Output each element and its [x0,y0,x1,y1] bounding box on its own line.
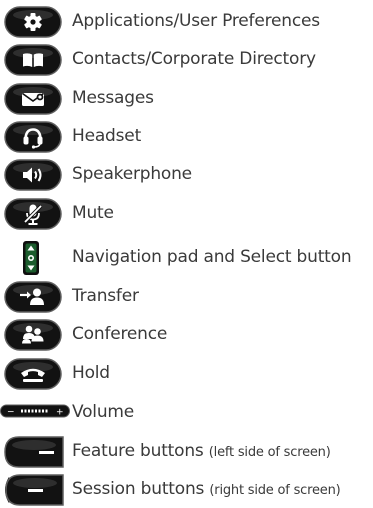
legend-row-conference: Conference [0,317,373,353]
legend-label-mute: Mute [72,203,114,223]
legend-label-applications: Applications/User Preferences [72,11,320,31]
legend-row-feature-buttons: Feature buttons (left side of screen) [0,434,373,470]
legend-label-feature-buttons: Feature buttons (left side of screen) [72,441,331,463]
legend-row-headset: Headset [0,119,373,155]
legend-label-session-buttons: Session buttons (right side of screen) [72,479,341,501]
legend-label-transfer: Transfer [72,286,139,306]
legend-row-messages: Messages [0,81,373,117]
legend-label-navigation-pad: Navigation pad and Select button [72,247,352,267]
envelope-icon [4,83,62,115]
session-button-icon [5,474,64,506]
volume-rocker-icon: − + [0,404,70,418]
book-icon [4,44,62,76]
legend-label-volume: Volume [72,402,135,422]
session-buttons-text: Session buttons [72,479,205,499]
legend-row-session-buttons: Session buttons (right side of screen) [0,472,373,508]
legend-label-messages: Messages [72,88,154,108]
phone-button-legend: Applications/User Preferences Contacts/C… [0,0,373,508]
speaker-icon [4,159,62,191]
legend-label-speakerphone: Speakerphone [72,164,192,184]
volume-plus-glyph: + [56,408,64,418]
legend-row-volume: − + Volume [0,395,373,431]
volume-minus-glyph: − [7,408,15,418]
session-buttons-note: (right side of screen) [209,483,341,498]
transfer-icon [4,281,62,313]
legend-row-speakerphone: Speakerphone [0,157,373,193]
legend-row-hold: Hold [0,356,373,392]
legend-label-hold: Hold [72,363,110,383]
legend-label-conference: Conference [72,324,168,344]
legend-row-contacts: Contacts/Corporate Directory [0,42,373,78]
feature-button-icon [4,436,64,468]
mute-microphone-icon [4,198,62,230]
gear-icon [4,6,62,38]
legend-row-applications: Applications/User Preferences [0,4,373,40]
legend-label-contacts: Contacts/Corporate Directory [72,49,316,69]
conference-icon [4,319,62,351]
legend-row-navigation-pad: Navigation pad and Select button [0,239,373,275]
navigation-pad-icon [23,241,39,275]
legend-label-headset: Headset [72,126,142,146]
legend-row-transfer: Transfer [0,279,373,315]
headset-icon [4,121,62,153]
feature-buttons-text: Feature buttons [72,441,204,461]
hold-icon [4,358,62,390]
feature-buttons-note: (left side of screen) [208,445,331,460]
legend-row-mute: Mute [0,196,373,232]
